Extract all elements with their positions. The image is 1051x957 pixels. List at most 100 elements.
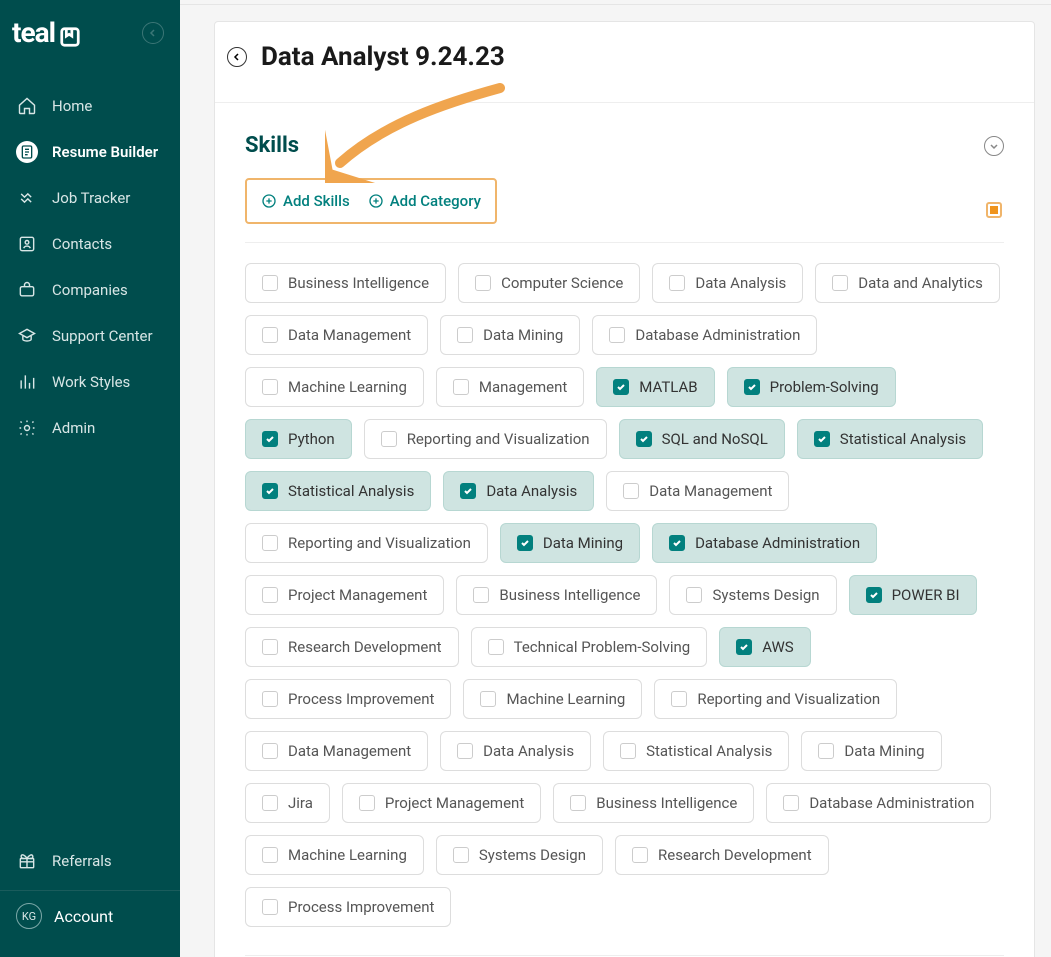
skill-chip[interactable]: Business Intelligence — [245, 263, 446, 303]
skill-chip[interactable]: SQL and NoSQL — [619, 419, 785, 459]
checkbox-icon — [262, 847, 278, 863]
gear-icon — [16, 417, 38, 439]
checkbox-icon — [381, 431, 397, 447]
skill-chip-label: Python — [288, 430, 335, 448]
companies-icon — [16, 279, 38, 301]
collapse-sidebar-button[interactable] — [142, 22, 164, 44]
skill-chip[interactable]: Reporting and Visualization — [654, 679, 897, 719]
nav-label: Work Styles — [52, 373, 130, 391]
collapse-section-button[interactable] — [984, 136, 1004, 156]
skill-chip[interactable]: Systems Design — [436, 835, 603, 875]
add-skills-button[interactable]: Add Skills — [261, 192, 350, 210]
sidebar-item-resume-builder[interactable]: Resume Builder — [0, 131, 180, 173]
skill-chip[interactable]: Statistical Analysis — [797, 419, 983, 459]
skill-chip-label: AWS — [762, 638, 794, 656]
sidebar-item-support[interactable]: Support Center — [0, 315, 180, 357]
nav-label: Resume Builder — [52, 143, 158, 161]
section-toggle[interactable] — [986, 202, 1002, 218]
skill-chip[interactable]: Machine Learning — [245, 367, 424, 407]
skill-chip[interactable]: Reporting and Visualization — [245, 523, 488, 563]
skill-chip-label: POWER BI — [892, 586, 960, 604]
skill-chip[interactable]: Machine Learning — [245, 835, 424, 875]
skill-chip-label: Project Management — [288, 586, 427, 604]
checkbox-icon — [457, 327, 473, 343]
nav-label: Referrals — [52, 852, 112, 870]
skill-chip[interactable]: Data and Analytics — [815, 263, 1000, 303]
checkbox-checked-icon — [262, 431, 278, 447]
checkbox-icon — [609, 327, 625, 343]
skill-chip-label: Reporting and Visualization — [407, 430, 590, 448]
add-category-button[interactable]: Add Category — [368, 192, 481, 210]
skill-chip[interactable]: Data Management — [606, 471, 789, 511]
skill-chip[interactable]: Business Intelligence — [553, 783, 754, 823]
skill-chip[interactable]: Data Management — [245, 315, 428, 355]
sidebar-item-companies[interactable]: Companies — [0, 269, 180, 311]
skill-chip[interactable]: Project Management — [245, 575, 444, 615]
sidebar-item-home[interactable]: Home — [0, 85, 180, 127]
checkbox-icon — [783, 795, 799, 811]
sidebar-item-work-styles[interactable]: Work Styles — [0, 361, 180, 403]
skill-chip[interactable]: Problem-Solving — [727, 367, 896, 407]
skill-chip[interactable]: Reporting and Visualization — [364, 419, 607, 459]
checkbox-checked-icon — [866, 587, 882, 603]
skill-chip[interactable]: MATLAB — [596, 367, 714, 407]
sidebar-item-account[interactable]: KG Account — [0, 890, 180, 941]
skill-chip[interactable]: Management — [436, 367, 584, 407]
skill-chip-label: Statistical Analysis — [840, 430, 966, 448]
skill-chip-label: Technical Problem-Solving — [514, 638, 691, 656]
skill-chip[interactable]: Database Administration — [766, 783, 991, 823]
skill-chip-label: Machine Learning — [288, 846, 407, 864]
skill-chip[interactable]: Database Administration — [592, 315, 817, 355]
skill-chip[interactable]: Statistical Analysis — [245, 471, 431, 511]
sidebar-item-admin[interactable]: Admin — [0, 407, 180, 449]
skill-chip[interactable]: Process Improvement — [245, 679, 451, 719]
skill-chip[interactable]: Machine Learning — [463, 679, 642, 719]
skill-chip[interactable]: Data Management — [245, 731, 428, 771]
skill-chip[interactable]: Project Management — [342, 783, 541, 823]
skill-chip[interactable]: Research Development — [615, 835, 829, 875]
checkbox-checked-icon — [460, 483, 476, 499]
skill-chip-label: SQL and NoSQL — [662, 430, 768, 448]
checkbox-icon — [262, 639, 278, 655]
skill-chip-label: Systems Design — [479, 846, 586, 864]
skill-chip[interactable]: Research Development — [245, 627, 459, 667]
checkbox-icon — [686, 587, 702, 603]
checkbox-icon — [832, 275, 848, 291]
back-button[interactable] — [227, 47, 247, 67]
skill-chip[interactable]: Data Analysis — [440, 731, 591, 771]
tracker-icon — [16, 187, 38, 209]
checkbox-checked-icon — [744, 379, 760, 395]
skill-chip[interactable]: Python — [245, 419, 352, 459]
sidebar-item-referrals[interactable]: Referrals — [0, 840, 180, 882]
skill-chip-label: Project Management — [385, 794, 524, 812]
skill-chip[interactable]: Technical Problem-Solving — [471, 627, 708, 667]
checkbox-icon — [359, 795, 375, 811]
skill-chip[interactable]: Data Analysis — [652, 263, 803, 303]
skill-chip[interactable]: Jira — [245, 783, 330, 823]
sidebar-item-contacts[interactable]: Contacts — [0, 223, 180, 265]
gift-icon — [16, 850, 38, 872]
skill-chip[interactable]: Computer Science — [458, 263, 640, 303]
add-controls-highlight: Add Skills Add Category — [245, 178, 497, 224]
skill-chip[interactable]: Statistical Analysis — [603, 731, 789, 771]
checkbox-icon — [818, 743, 834, 759]
skill-chip[interactable]: Data Mining — [801, 731, 941, 771]
sidebar-item-job-tracker[interactable]: Job Tracker — [0, 177, 180, 219]
skill-chip[interactable]: Business Intelligence — [456, 575, 657, 615]
skill-chip[interactable]: Systems Design — [669, 575, 836, 615]
skill-chip[interactable]: Data Analysis — [443, 471, 594, 511]
skill-chip[interactable]: Data Mining — [500, 523, 640, 563]
checkbox-checked-icon — [814, 431, 830, 447]
skill-chip[interactable]: POWER BI — [849, 575, 977, 615]
skill-chip[interactable]: AWS — [719, 627, 811, 667]
skill-chip[interactable]: Process Improvement — [245, 887, 451, 927]
skill-chip[interactable]: Data Mining — [440, 315, 580, 355]
skill-chip-label: Data Mining — [844, 742, 924, 760]
nav-label: Admin — [52, 419, 95, 437]
skill-chip-label: Data Mining — [543, 534, 623, 552]
checkbox-icon — [457, 743, 473, 759]
sidebar-nav: Home Resume Builder Job Tracker Contacts… — [0, 85, 180, 449]
skill-chip[interactable]: Database Administration — [652, 523, 877, 563]
checkbox-icon — [262, 743, 278, 759]
skill-chip-label: Management — [479, 378, 567, 396]
